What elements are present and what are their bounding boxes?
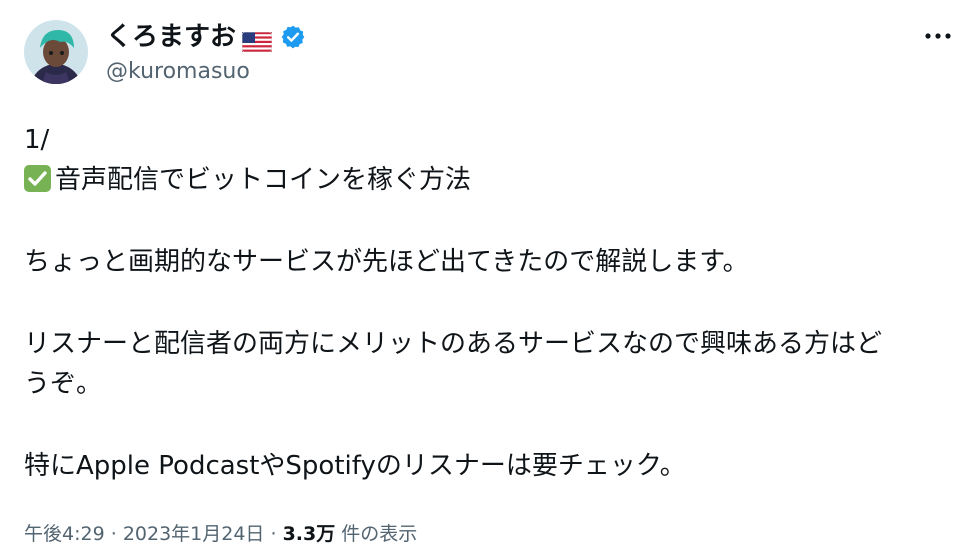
avatar-image xyxy=(24,20,88,84)
tweet-line: うぞ。 xyxy=(24,369,103,399)
tweet-line: ちょっと画期的なサービスが先ほど出てきたので解説します。 xyxy=(24,247,749,277)
views-label[interactable]: 件の表示 xyxy=(341,523,417,545)
author-name-row[interactable]: くろますお xyxy=(106,20,306,54)
tweet-line: 1/ xyxy=(24,125,50,155)
meta-separator: · xyxy=(270,523,277,545)
views-count[interactable]: 3.3万 xyxy=(283,523,336,545)
tweet-line: リスナーと配信者の両方にメリットのあるサービスなので興味ある方はど xyxy=(24,329,883,359)
tweet-text: 1/ 音声配信でビットコインを稼ぐ方法 ちょっと画期的なサービスが先ほど出てきた… xyxy=(24,120,954,486)
tweet-date[interactable]: 2023年1月24日 xyxy=(123,523,265,545)
tweet-line-text: 音声配信でビットコインを稼ぐ方法 xyxy=(55,165,472,195)
tweet-time[interactable]: 午後4:29 xyxy=(24,523,105,545)
us-flag-icon xyxy=(241,27,273,53)
tweet-line: 音声配信でビットコインを稼ぐ方法 xyxy=(24,160,954,200)
author-handle[interactable]: @kuromasuo xyxy=(106,58,250,86)
verified-badge-icon[interactable] xyxy=(280,24,306,50)
author-name[interactable]: くろますお xyxy=(106,20,236,54)
meta-separator: · xyxy=(110,523,117,545)
check-mark-emoji xyxy=(24,165,51,192)
tweet-line: 特にApple PodcastやSpotifyのリスナーは要チェック。 xyxy=(24,451,686,481)
more-options-icon[interactable] xyxy=(923,24,953,48)
tweet-meta: 午後4:29 · 2023年1月24日 · 3.3万 件の表示 xyxy=(24,520,417,548)
avatar[interactable] xyxy=(24,20,88,84)
